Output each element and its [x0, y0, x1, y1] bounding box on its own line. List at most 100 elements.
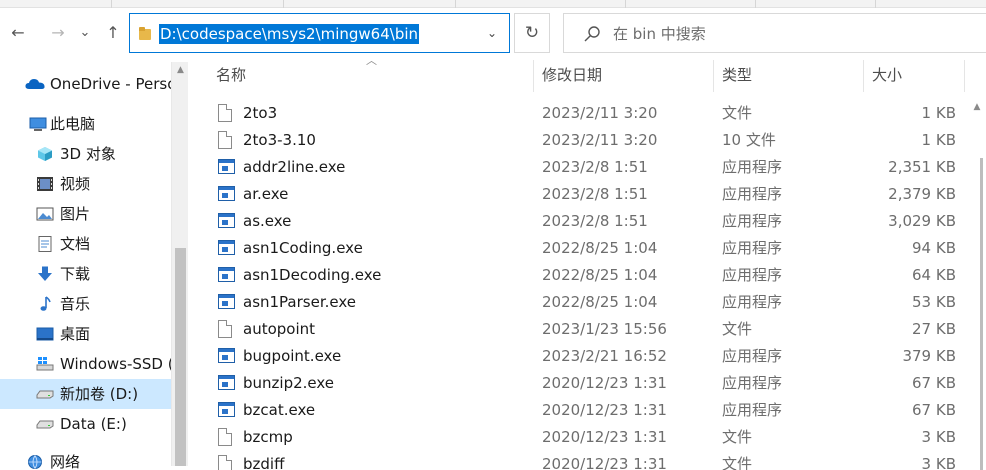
- file-size: 1 KB: [921, 104, 956, 122]
- up-arrow-icon: ↑: [106, 22, 120, 42]
- ribbon-tab-segment[interactable]: [626, 0, 756, 8]
- up-button[interactable]: ↑: [101, 20, 125, 44]
- refresh-button[interactable]: ↻: [514, 13, 550, 53]
- file-name: addr2line.exe: [243, 158, 346, 176]
- file-name: bzcat.exe: [243, 401, 316, 419]
- file-row[interactable]: bzcmp 2020/12/23 1:31 文件 3 KB: [212, 424, 972, 451]
- file-size: 27 KB: [912, 320, 956, 338]
- sidebar-item-music[interactable]: 音乐: [0, 289, 172, 319]
- ribbon-tab-segment[interactable]: [112, 0, 284, 8]
- file-row[interactable]: bugpoint.exe 2023/2/21 16:52 应用程序 379 KB: [212, 343, 972, 370]
- column-header-type[interactable]: 类型: [722, 58, 752, 92]
- file-list: ︿ 名称 修改日期 类型 大小 2to3 2023/2/11 3:20 文件 1 KB…: [190, 58, 986, 470]
- folder-icon: [139, 27, 151, 41]
- sidebar-item-this-pc[interactable]: 此电脑: [0, 109, 172, 139]
- file-date-modified: 2023/1/23 15:56: [542, 320, 667, 338]
- drive-icon: [36, 420, 54, 429]
- sidebar-item-label: 桌面: [60, 325, 91, 343]
- file-row[interactable]: bzcat.exe 2020/12/23 1:31 应用程序 67 KB: [212, 397, 972, 424]
- file-type: 应用程序: [722, 239, 783, 257]
- sidebar-item-onedrive[interactable]: OneDrive - Perso: [0, 69, 172, 99]
- file-list-scrollbar[interactable]: ▲: [968, 98, 986, 470]
- sidebar-scrollbar[interactable]: ▲: [171, 62, 188, 466]
- file-row[interactable]: bunzip2.exe 2020/12/23 1:31 应用程序 67 KB: [212, 370, 972, 397]
- application-icon: [218, 401, 235, 419]
- address-dropdown-icon[interactable]: ⌄: [483, 24, 501, 42]
- navigation-pane: OneDrive - Perso 此电脑 3D 对象 视频 图片 文档 下载 音…: [0, 62, 188, 470]
- file-name: 2to3: [243, 104, 278, 122]
- file-row[interactable]: addr2line.exe 2023/2/8 1:51 应用程序 2,351 KB: [212, 154, 972, 181]
- search-placeholder: 在 bin 中搜索: [613, 25, 706, 43]
- application-icon: [218, 239, 235, 257]
- file-type: 文件: [722, 455, 753, 470]
- ribbon-strip: [0, 0, 986, 8]
- this-pc-icon: [29, 117, 47, 131]
- file-date-modified: 2023/2/8 1:51: [542, 212, 648, 230]
- file-name: bugpoint.exe: [243, 347, 342, 365]
- file-row[interactable]: bzdiff 2020/12/23 1:31 文件 3 KB: [212, 451, 972, 470]
- file-name: 2to3-3.10: [243, 131, 316, 149]
- file-name: as.exe: [243, 212, 292, 230]
- forward-button[interactable]: →: [46, 20, 70, 44]
- file-list-scrollbar-thumb[interactable]: [980, 158, 983, 470]
- file-type: 应用程序: [722, 266, 783, 284]
- sidebar-item-new-volume-d[interactable]: 新加卷 (D:): [0, 379, 172, 409]
- file-icon: [218, 320, 234, 338]
- column-divider[interactable]: [713, 60, 714, 92]
- sidebar-item-desktop[interactable]: 桌面: [0, 319, 172, 349]
- sidebar-item-label: 音乐: [60, 295, 91, 313]
- file-date-modified: 2023/2/21 16:52: [542, 347, 667, 365]
- file-size: 3,029 KB: [888, 212, 956, 230]
- sidebar-item-documents[interactable]: 文档: [0, 229, 172, 259]
- column-divider[interactable]: [964, 60, 965, 92]
- sidebar-item-downloads[interactable]: 下载: [0, 259, 172, 289]
- ribbon-tab-segment[interactable]: [284, 0, 456, 8]
- file-row[interactable]: asn1Parser.exe 2022/8/25 1:04 应用程序 53 KB: [212, 289, 972, 316]
- ribbon-tab-segment[interactable]: [0, 0, 112, 8]
- file-row[interactable]: asn1Coding.exe 2022/8/25 1:04 应用程序 94 KB: [212, 235, 972, 262]
- column-header-modified[interactable]: 修改日期: [542, 58, 602, 92]
- address-bar[interactable]: D:\codespace\msys2\mingw64\bin ⌄: [129, 13, 510, 53]
- file-row[interactable]: 2to3-3.10 2023/2/11 3:20 10 文件 1 KB: [212, 127, 972, 154]
- file-date-modified: 2022/8/25 1:04: [542, 239, 658, 257]
- sidebar-item-data-e[interactable]: Data (E:): [0, 409, 172, 439]
- file-icon: [218, 131, 234, 149]
- ribbon-tab-segment[interactable]: [456, 0, 626, 8]
- column-divider[interactable]: [533, 60, 534, 92]
- sidebar-scrollbar-thumb[interactable]: [175, 248, 186, 466]
- ribbon-tab-segment[interactable]: [756, 0, 876, 8]
- sidebar-item-windows-ssd[interactable]: Windows-SSD (: [0, 349, 172, 379]
- file-name: ar.exe: [243, 185, 289, 203]
- file-row[interactable]: as.exe 2023/2/8 1:51 应用程序 3,029 KB: [212, 208, 972, 235]
- sidebar-item-label: 文档: [60, 235, 91, 253]
- file-type: 文件: [722, 320, 753, 338]
- recent-locations-button[interactable]: ⌄: [76, 20, 94, 44]
- file-type: 文件: [722, 104, 753, 122]
- application-icon: [218, 212, 235, 230]
- file-type: 10 文件: [722, 131, 776, 149]
- column-header-name[interactable]: 名称: [216, 58, 246, 92]
- file-size: 64 KB: [912, 266, 956, 284]
- column-header-size[interactable]: 大小: [872, 58, 902, 92]
- file-row[interactable]: ar.exe 2023/2/8 1:51 应用程序 2,379 KB: [212, 181, 972, 208]
- file-size: 2,351 KB: [888, 158, 956, 176]
- back-button[interactable]: ←: [6, 20, 30, 44]
- file-type: 应用程序: [722, 347, 783, 365]
- address-path[interactable]: D:\codespace\msys2\mingw64\bin: [159, 24, 420, 44]
- search-box[interactable]: 在 bin 中搜索: [563, 13, 986, 53]
- sidebar-item-pictures[interactable]: 图片: [0, 199, 172, 229]
- file-row[interactable]: asn1Decoding.exe 2022/8/25 1:04 应用程序 64 KB: [212, 262, 972, 289]
- file-row[interactable]: 2to3 2023/2/11 3:20 文件 1 KB: [212, 100, 972, 127]
- sidebar-item-network[interactable]: 网络: [0, 447, 172, 470]
- file-type: 应用程序: [722, 212, 783, 230]
- sidebar-item-3d-objects[interactable]: 3D 对象: [0, 139, 172, 169]
- sidebar-item-label: 下载: [60, 265, 91, 283]
- file-type: 应用程序: [722, 374, 783, 392]
- scroll-up-arrow-icon[interactable]: ▲: [968, 98, 986, 116]
- scroll-up-arrow-icon[interactable]: ▲: [172, 62, 188, 79]
- file-type: 应用程序: [722, 293, 783, 311]
- file-row[interactable]: autopoint 2023/1/23 15:56 文件 27 KB: [212, 316, 972, 343]
- sidebar-item-videos[interactable]: 视频: [0, 169, 172, 199]
- network-icon: [28, 455, 42, 469]
- column-divider[interactable]: [863, 60, 864, 92]
